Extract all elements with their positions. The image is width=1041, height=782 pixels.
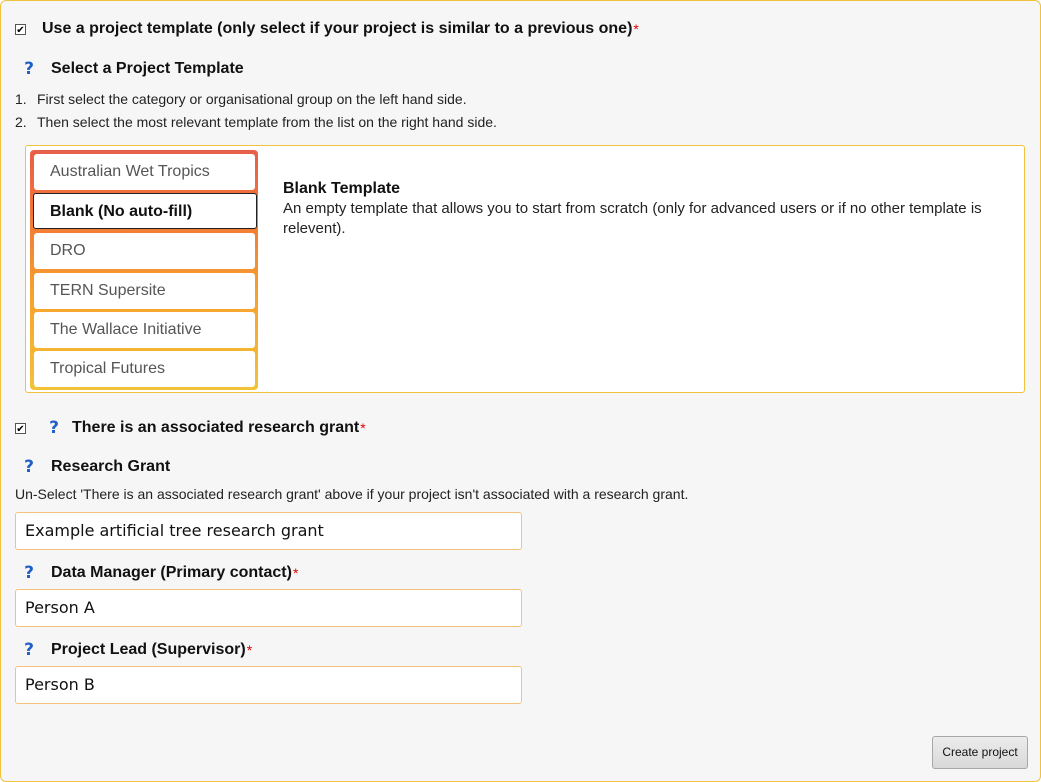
create-project-button[interactable]: Create project	[932, 736, 1028, 769]
use-template-label: Use a project template (only select if y…	[42, 20, 633, 37]
use-template-row: ✔ Use a project template (only select if…	[15, 20, 639, 38]
template-item[interactable]: Tropical Futures	[34, 351, 255, 387]
research-grant-label: Research Grant	[51, 458, 171, 475]
help-icon[interactable]: ?	[21, 457, 37, 477]
template-item[interactable]: The Wallace Initiative	[34, 312, 255, 348]
required-asterisk: *	[360, 420, 366, 436]
grant-check-label: There is an associated research grant	[72, 419, 360, 436]
data-manager-heading: ? Data Manager (Primary contact) *	[21, 563, 298, 583]
help-icon[interactable]: ?	[21, 563, 37, 583]
project-lead-label: Project Lead (Supervisor)	[51, 641, 246, 658]
template-detail-description: An empty template that allows you to sta…	[283, 200, 982, 237]
data-manager-label: Data Manager (Primary contact)	[51, 564, 292, 581]
required-asterisk: *	[292, 565, 299, 581]
grant-check-row: ✔ ? There is an associated research gran…	[15, 418, 366, 438]
help-icon[interactable]: ?	[21, 59, 37, 79]
project-lead-input[interactable]: Person B	[15, 666, 522, 704]
instruction-step-1: 1. First select the category or organisat…	[15, 91, 467, 107]
template-item[interactable]: Australian Wet Tropics	[34, 154, 255, 190]
required-asterisk: *	[246, 642, 253, 658]
data-manager-input[interactable]: Person A	[15, 589, 522, 627]
select-template-heading: ? Select a Project Template	[21, 59, 244, 79]
help-icon[interactable]: ?	[46, 418, 62, 438]
template-detail-name: Blank Template	[283, 180, 401, 197]
section-title: Select a Project Template	[51, 60, 244, 77]
help-icon[interactable]: ?	[21, 640, 37, 660]
template-item[interactable]: DRO	[34, 233, 255, 269]
research-grant-input[interactable]: Example artificial tree research grant	[15, 512, 522, 550]
use-template-checkbox[interactable]: ✔	[15, 23, 26, 36]
required-asterisk: *	[633, 21, 639, 37]
template-list: Australian Wet Tropics Blank (No auto-fi…	[30, 150, 258, 390]
instruction-step-2: 2. Then select the most relevant template…	[15, 114, 497, 130]
research-grant-note: Un-Select 'There is an associated resear…	[15, 486, 689, 502]
template-item[interactable]: TERN Supersite	[34, 273, 255, 309]
project-form-panel: ✔ Use a project template (only select if…	[0, 0, 1041, 782]
template-detail: Blank Template An empty template that al…	[283, 180, 983, 239]
template-chooser: Australian Wet Tropics Blank (No auto-fi…	[25, 145, 1025, 393]
research-grant-heading: ? Research Grant	[21, 457, 170, 477]
grant-checkbox[interactable]: ✔	[15, 422, 26, 435]
project-lead-heading: ? Project Lead (Supervisor) *	[21, 640, 252, 660]
template-item-selected[interactable]: Blank (No auto-fill)	[33, 193, 257, 229]
